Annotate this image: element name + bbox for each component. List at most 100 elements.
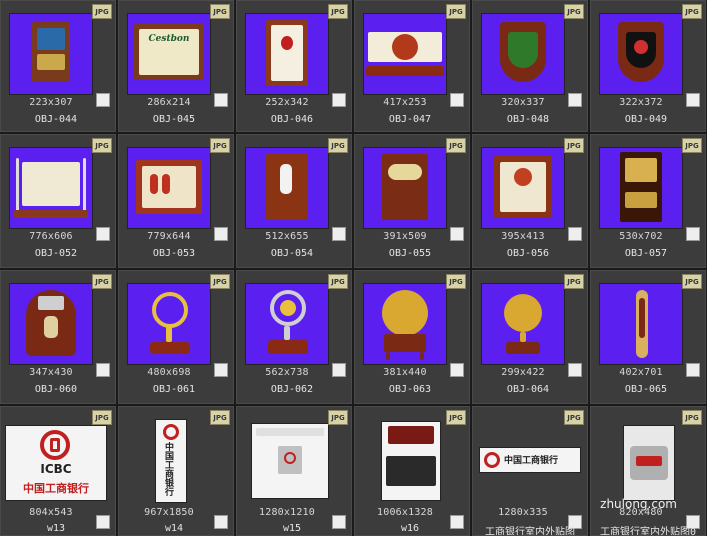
jpg-badge: JPG <box>92 4 112 19</box>
thumbnail-cell[interactable]: JPG 320x337 OBJ-048 <box>472 0 588 132</box>
jpg-badge: JPG <box>564 410 584 425</box>
icbc-banner-text: 中国工商银行 <box>504 456 559 466</box>
image-dimensions: 562x738 <box>265 367 309 378</box>
jpg-badge: JPG <box>446 138 466 153</box>
file-name: OBJ-060 <box>34 384 78 395</box>
image-dimensions: 804x543 <box>29 507 73 518</box>
image-dimensions: 1006x1328 <box>377 507 433 518</box>
thumbnail-cell[interactable]: JPG 1006x1328 w16 <box>354 406 470 536</box>
thumbnail-cell[interactable]: JPG 512x655 OBJ-054 <box>236 134 352 268</box>
thumbnail-image[interactable] <box>251 423 329 499</box>
image-dimensions: 480x698 <box>147 367 191 378</box>
image-dimensions: 512x655 <box>265 231 309 242</box>
thumbnail-cell[interactable]: Cestbon JPG 286x214 OBJ-045 <box>118 0 234 132</box>
jpg-badge: JPG <box>682 138 702 153</box>
file-name: OBJ-061 <box>152 384 196 395</box>
thumbnail-image[interactable] <box>599 283 683 365</box>
image-dimensions: 417x253 <box>383 97 427 108</box>
thumbnail-cell[interactable]: ICBC 中国工商银行 JPG 804x543 w13 <box>0 406 116 536</box>
icbc-logo-text: ICBC <box>40 462 72 476</box>
file-name: OBJ-063 <box>388 384 432 395</box>
thumbnail-image[interactable] <box>363 283 447 365</box>
thumbnail-cell[interactable]: JPG 562x738 OBJ-062 <box>236 270 352 404</box>
thumbnail-cell[interactable]: JPG 322x372 OBJ-049 <box>590 0 706 132</box>
thumbnail-image[interactable] <box>599 147 683 229</box>
file-name: OBJ-057 <box>624 248 668 259</box>
thumbnail-cell[interactable]: JPG 395x413 OBJ-056 <box>472 134 588 268</box>
thumbnail-grid: JPG 223x307 OBJ-044 Cestbon JPG 286x214 … <box>0 0 707 536</box>
thumbnail-image[interactable] <box>245 147 329 229</box>
thumbnail-cell[interactable]: 中国工商银行 JPG 967x1850 w14 <box>118 406 234 536</box>
thumbnail-image[interactable]: Cestbon <box>127 13 211 95</box>
image-dimensions: 347x430 <box>29 367 73 378</box>
jpg-badge: JPG <box>328 138 348 153</box>
jpg-badge: JPG <box>92 138 112 153</box>
jpg-badge: JPG <box>328 4 348 19</box>
thumbnail-image[interactable] <box>245 13 329 95</box>
thumbnail-cell[interactable]: JPG 1280x1210 w15 <box>236 406 352 536</box>
image-dimensions: 967x1850 <box>144 507 194 518</box>
thumbnail-image[interactable] <box>245 283 329 365</box>
jpg-badge: JPG <box>92 410 112 425</box>
thumbnail-image[interactable] <box>363 147 447 229</box>
image-dimensions: 252x342 <box>265 97 309 108</box>
image-dimensions: 776x606 <box>29 231 73 242</box>
thumbnail-image[interactable] <box>481 283 565 365</box>
file-name: OBJ-049 <box>624 114 668 125</box>
thumbnail-image[interactable] <box>9 13 93 95</box>
thumbnail-image[interactable] <box>623 425 675 501</box>
thumbnail-cell[interactable]: JPG 779x644 OBJ-053 <box>118 134 234 268</box>
thumbnail-cell[interactable]: JPG 223x307 OBJ-044 <box>0 0 116 132</box>
image-dimensions: 395x413 <box>501 231 545 242</box>
jpg-badge: JPG <box>446 4 466 19</box>
thumbnail-image[interactable] <box>127 147 211 229</box>
icbc-vertical-text: 中国工商银行 <box>165 443 175 498</box>
jpg-badge: JPG <box>446 410 466 425</box>
thumbnail-image[interactable] <box>9 147 93 229</box>
file-name: w13 <box>46 523 66 534</box>
thumbnail-image[interactable] <box>9 283 93 365</box>
thumbnail-image[interactable] <box>363 13 447 95</box>
jpg-badge: JPG <box>210 410 230 425</box>
jpg-badge: JPG <box>682 410 702 425</box>
thumbnail-image[interactable]: 中国工商银行 <box>155 419 187 503</box>
file-name: OBJ-062 <box>270 384 314 395</box>
thumbnail-cell[interactable]: 中国工商银行 JPG 1280x335 工商银行室内外贴图 <box>472 406 588 536</box>
jpg-badge: JPG <box>210 138 230 153</box>
thumbnail-cell[interactable]: JPG 820x480 工商银行室内外贴图0 <box>590 406 706 536</box>
thumbnail-image[interactable] <box>381 421 441 501</box>
thumbnail-cell[interactable]: JPG 402x701 OBJ-065 <box>590 270 706 404</box>
thumbnail-cell[interactable]: JPG 417x253 OBJ-047 <box>354 0 470 132</box>
thumbnail-cell[interactable]: JPG 381x440 OBJ-063 <box>354 270 470 404</box>
image-dimensions: 1280x1210 <box>259 507 315 518</box>
jpg-badge: JPG <box>446 274 466 289</box>
image-dimensions: 1280x335 <box>498 507 548 518</box>
file-name: w14 <box>164 523 184 534</box>
thumbnail-image[interactable] <box>127 283 211 365</box>
thumbnail-image[interactable] <box>481 147 565 229</box>
file-name: OBJ-053 <box>152 248 196 259</box>
watermark: zhulong.com <box>600 497 677 511</box>
jpg-badge: JPG <box>328 274 348 289</box>
image-dimensions: 381x440 <box>383 367 427 378</box>
jpg-badge: JPG <box>564 4 584 19</box>
file-name: OBJ-052 <box>34 248 78 259</box>
thumbnail-cell[interactable]: JPG 252x342 OBJ-046 <box>236 0 352 132</box>
thumbnail-cell[interactable]: JPG 530x702 OBJ-057 <box>590 134 706 268</box>
file-name: OBJ-047 <box>388 114 432 125</box>
thumbnail-image[interactable] <box>481 13 565 95</box>
file-name: OBJ-064 <box>506 384 550 395</box>
thumbnail-image[interactable] <box>599 13 683 95</box>
thumbnail-image[interactable]: 中国工商银行 <box>479 447 581 473</box>
thumbnail-cell[interactable]: JPG 480x698 OBJ-061 <box>118 270 234 404</box>
image-dimensions: 391x509 <box>383 231 427 242</box>
image-dimensions: 223x307 <box>29 97 73 108</box>
thumbnail-cell[interactable]: JPG 299x422 OBJ-064 <box>472 270 588 404</box>
thumbnail-cell[interactable]: JPG 391x509 OBJ-055 <box>354 134 470 268</box>
file-name: OBJ-048 <box>506 114 550 125</box>
thumbnail-cell[interactable]: JPG 776x606 OBJ-052 <box>0 134 116 268</box>
thumbnail-image[interactable]: ICBC 中国工商银行 <box>5 425 107 501</box>
thumbnail-cell[interactable]: JPG 347x430 OBJ-060 <box>0 270 116 404</box>
image-dimensions: 779x644 <box>147 231 191 242</box>
jpg-badge: JPG <box>210 4 230 19</box>
